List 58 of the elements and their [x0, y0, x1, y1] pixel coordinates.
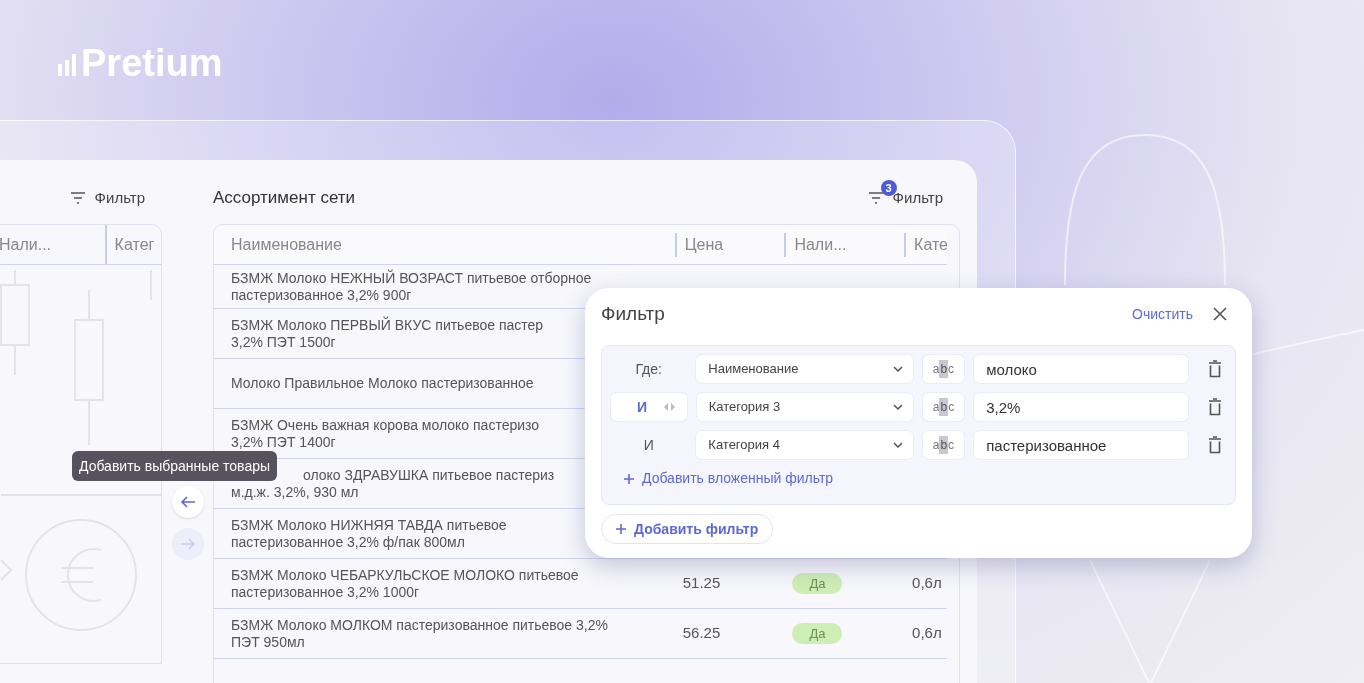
value-input[interactable]: 3,2% — [973, 392, 1190, 422]
connector-toggle[interactable]: И — [610, 392, 688, 422]
column-header[interactable]: Нали... — [784, 232, 905, 257]
column-header[interactable]: Цена — [674, 232, 785, 257]
plus-icon — [624, 473, 634, 484]
text-type-button[interactable]: abc — [921, 430, 966, 460]
chevron-down-icon — [892, 404, 903, 410]
transfer-button[interactable] — [171, 486, 204, 518]
field-select[interactable]: Категория 3 — [695, 392, 914, 422]
status-badge: Да — [792, 572, 843, 595]
swap-icon — [663, 403, 675, 411]
tooltip: Добавить выбранные товары — [72, 451, 277, 481]
table-cell-text: 0,6л — [911, 573, 943, 594]
filter-button[interactable]: Фильтр — [69, 186, 145, 210]
logo-bars-icon — [58, 54, 78, 76]
add-nested-filter-link[interactable]: Добавить вложенный фильтр — [624, 468, 834, 489]
panel-title: Ассортимент сети — [213, 187, 356, 210]
table-cell-text: 56.25 — [681, 623, 722, 644]
text-type-button[interactable]: abc — [921, 392, 966, 422]
column-header[interactable]: Наименование — [214, 232, 675, 257]
arrow-left-icon — [179, 494, 196, 510]
table-cell: БЗМЖ Очень важная корова молоко пастеризо 3,2% ПЭТ 1400г — [231, 416, 540, 451]
value-input[interactable]: молоко — [973, 354, 1190, 384]
table-cell: БЗМЖ Молоко НЕЖНЫЙ ВОЗРАСТ питьевое отборное пастеризованное 3,2% 900г — [231, 269, 592, 304]
connector-label: Где: — [634, 359, 663, 379]
chevron-down-icon — [892, 442, 903, 448]
table-cell-text: 0,6л — [911, 623, 943, 644]
table-cell: БЗМЖ Молоко ЧЕБАРКУЛЬСКОЕ МОЛОКО питьевое пастеризованное 3,2% 1000г — [231, 566, 579, 601]
status-badge: Да — [792, 622, 843, 645]
filter-icon — [867, 192, 884, 204]
column-header[interactable]: Нали... — [0, 225, 107, 264]
trash-icon — [1208, 398, 1223, 416]
field-select[interactable]: Наименование — [695, 354, 914, 384]
text-type-button[interactable]: abc — [921, 354, 966, 384]
close-icon — [1213, 307, 1227, 321]
connector-label: И — [642, 435, 655, 455]
column-header[interactable]: Кате — [904, 232, 947, 257]
arrow-right-icon — [179, 536, 196, 552]
table-cell-text: м.д.ж. 3,2%, 930 мл — [231, 483, 359, 501]
table-cell: Молоко Правильное Молоко пастеризованное — [231, 375, 534, 392]
table-cell-text: олоко ЗДРАВУШКА питьевое пастериз — [303, 466, 555, 484]
close-button[interactable] — [1211, 305, 1229, 323]
plus-icon — [616, 524, 626, 534]
connector-label: И — [637, 397, 648, 417]
clear-button[interactable]: Очистить — [1132, 303, 1193, 325]
value-input[interactable]: пастеризованное — [973, 430, 1190, 460]
filter-icon — [69, 192, 86, 204]
column-header[interactable]: Катег — [106, 225, 161, 264]
table-cell: БЗМЖ Молоко МОЛКОМ пастеризованное питьевое 3,2% ПЭТ 950мл — [231, 616, 608, 651]
trash-icon — [1208, 360, 1223, 378]
add-filter-button[interactable]: Добавить фильтр — [601, 514, 774, 544]
table-cell-text: 51.25 — [681, 573, 722, 594]
field-select[interactable]: Категория 4 — [695, 430, 914, 460]
popup-title: Фильтр — [601, 301, 666, 326]
table-cell: БЗМЖ Молоко НИЖНЯЯ ТАВДА питьевое пастеризованное 3,2% ф/пак 800мл — [231, 516, 507, 551]
trash-icon — [1208, 436, 1223, 454]
chevron-down-icon — [892, 366, 903, 372]
table-cell: БЗМЖ Молоко ПЕРВЫЙ ВКУС питьевое пастер 3,2% ПЭТ 1500г — [231, 316, 544, 351]
